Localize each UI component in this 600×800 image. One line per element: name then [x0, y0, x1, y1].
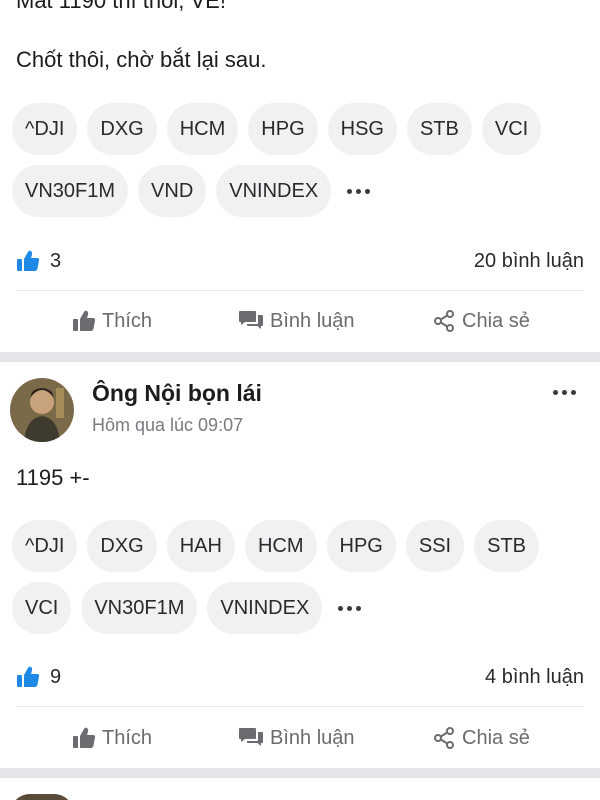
tag-chip[interactable]: VNINDEX [207, 582, 323, 634]
comment-icon [239, 311, 263, 329]
like-count: 3 [50, 249, 62, 272]
more-tags-button[interactable] [341, 165, 375, 217]
post-separator [0, 352, 600, 362]
like-label: Thích [102, 726, 153, 749]
thumbs-up-icon [17, 250, 40, 271]
share-button[interactable]: Chia sẻ [432, 726, 530, 750]
more-tags-button[interactable] [332, 582, 366, 634]
share-icon [434, 727, 454, 749]
like-count-group[interactable]: 9 [16, 666, 61, 689]
share-icon [434, 310, 454, 332]
avatar[interactable] [10, 794, 74, 800]
post-separator [0, 768, 600, 778]
tag-chip[interactable]: STB [474, 520, 540, 572]
share-label: Chia sẻ [462, 726, 530, 749]
post-1-tags: ^DJI DXG HCM HPG HSG STB VCI VN30F1M VND… [12, 103, 588, 217]
post-2-stats: 9 4 bình luận [16, 662, 584, 692]
comment-count[interactable]: 4 bình luận [485, 666, 584, 689]
comment-icon [239, 728, 263, 746]
tag-chip[interactable]: VCI [12, 582, 72, 634]
thumbs-up-outline-icon [73, 727, 96, 748]
comment-label: Bình luận [270, 726, 355, 749]
post-menu-button[interactable] [553, 390, 576, 395]
post-1: Mất 1190 thì thôi, VE! Chốt thôi, chờ bắ… [0, 0, 600, 352]
post-1-body: Chốt thôi, chờ bắt lại sau. [16, 47, 267, 72]
tag-chip[interactable]: ^DJI [12, 520, 78, 572]
post-2-actions: Thích Bình luận Chia sẻ [0, 718, 600, 758]
divider [16, 290, 584, 291]
post-2-tags: ^DJI DXG HAH HCM HPG SSI STB VCI VN30F1M… [12, 520, 588, 634]
tag-chip[interactable]: VN30F1M [12, 165, 129, 217]
thumbs-up-outline-icon [73, 310, 96, 331]
tag-chip[interactable]: DXG [87, 520, 157, 572]
post-1-stats: 3 20 bình luận [16, 246, 584, 276]
tag-chip[interactable]: ^DJI [12, 103, 78, 155]
tag-chip[interactable]: HSG [327, 103, 397, 155]
comment-count[interactable]: 20 bình luận [474, 250, 584, 273]
post-2: Ông Nội bọn lái Hôm qua lúc 09:07 1195 +… [0, 362, 600, 768]
tag-chip[interactable]: VCI [481, 103, 542, 155]
tag-chip[interactable]: VNINDEX [216, 165, 332, 217]
post-3-partial [0, 778, 600, 800]
comment-button[interactable]: Bình luận [238, 310, 355, 333]
post-2-body: 1195 +- [16, 465, 90, 490]
avatar-image [10, 378, 74, 442]
thumbs-up-icon [17, 666, 40, 687]
tag-chip[interactable]: SSI [405, 520, 465, 572]
tag-chip[interactable]: HCM [244, 520, 317, 572]
share-button[interactable]: Chia sẻ [432, 309, 530, 333]
tag-chip[interactable]: STB [406, 103, 472, 155]
tag-chip[interactable]: HPG [326, 520, 396, 572]
author-name[interactable]: Ông Nội bọn lái [92, 380, 262, 407]
share-label: Chia sẻ [462, 309, 530, 332]
divider [16, 706, 584, 707]
tag-chip[interactable]: HAH [166, 520, 235, 572]
comment-label: Bình luận [270, 309, 355, 332]
tag-chip[interactable]: VN30F1M [81, 582, 198, 634]
avatar[interactable] [10, 378, 74, 442]
tag-chip[interactable]: HPG [248, 103, 318, 155]
post-1-actions: Thích Bình luận Chia sẻ [0, 301, 600, 341]
post-1-cut-text: Mất 1190 thì thôi, VE! [16, 0, 226, 13]
post-time: Hôm qua lúc 09:07 [92, 415, 244, 435]
like-button[interactable]: Thích [72, 727, 152, 750]
comment-button[interactable]: Bình luận [238, 727, 355, 750]
tag-chip[interactable]: VND [138, 165, 207, 217]
like-count-group[interactable]: 3 [16, 250, 61, 273]
tag-chip[interactable]: DXG [87, 103, 157, 155]
tag-chip[interactable]: HCM [166, 103, 239, 155]
like-label: Thích [102, 309, 153, 332]
like-button[interactable]: Thích [72, 310, 152, 333]
like-count: 9 [50, 665, 62, 688]
